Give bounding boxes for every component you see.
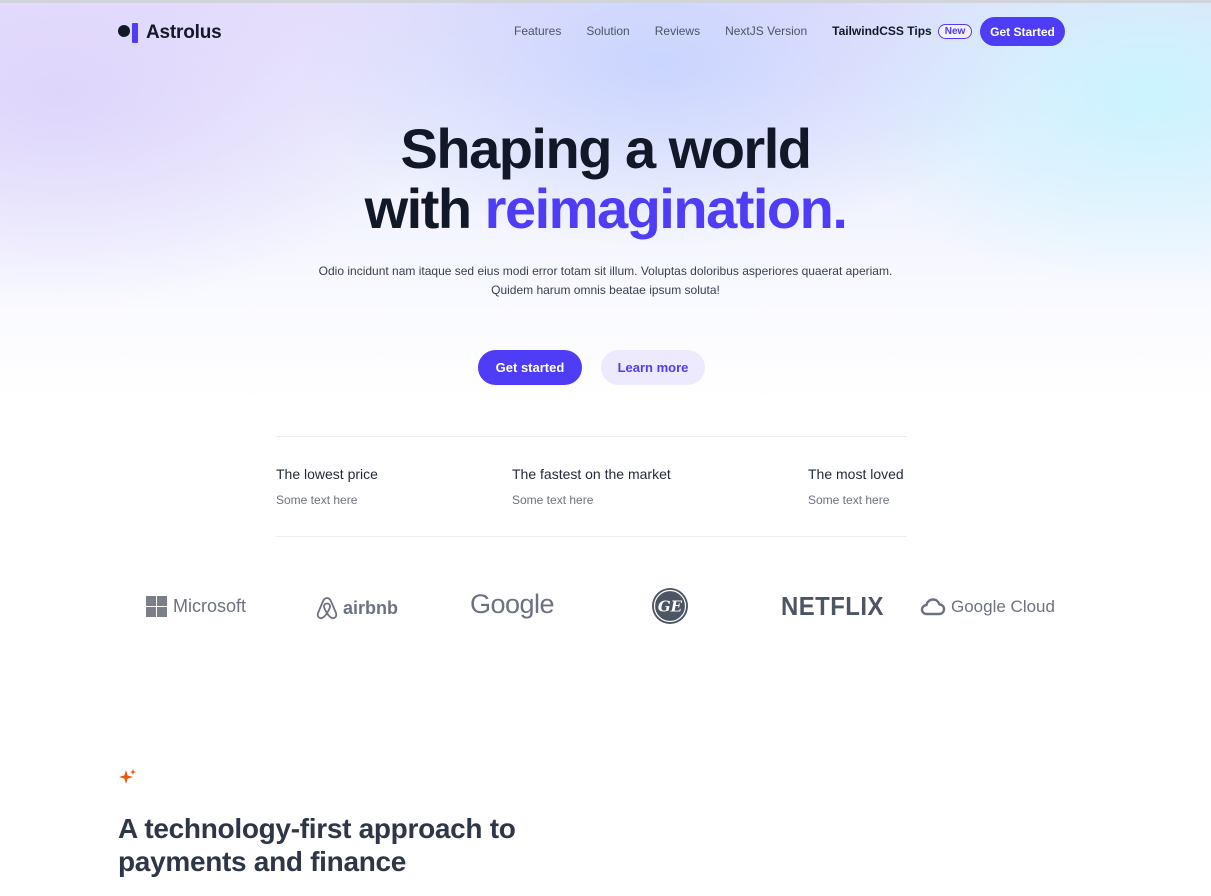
hero-title-prefix: with <box>364 177 472 240</box>
stat-title: The fastest on the market <box>512 466 671 482</box>
stat-item: The fastest on the market Some text here <box>512 465 671 508</box>
microsoft-wordmark: Microsoft <box>173 596 247 616</box>
stat-title: The lowest price <box>276 466 378 482</box>
new-badge: New <box>937 23 973 39</box>
stat-text: Some text here <box>276 493 358 507</box>
hero-subtitle: Odio incidunt nam itaque sed eius modi e… <box>0 262 1211 300</box>
stat-title: The most loved <box>808 466 904 482</box>
logo-bar-icon <box>132 23 138 43</box>
get-started-button[interactable]: Get started <box>478 350 582 385</box>
google-cloud-wordmark: Google Cloud <box>951 597 1055 616</box>
get-started-nav-button[interactable]: Get Started <box>980 17 1065 46</box>
google-cloud-logo-icon <box>920 598 946 616</box>
google-logo: Google <box>470 589 555 619</box>
nav-links: Features Solution Reviews NextJS Version… <box>514 23 973 39</box>
stat-text: Some text here <box>808 493 890 507</box>
stat-item: The most loved Some text here <box>808 465 904 508</box>
nav-link-reviews[interactable]: Reviews <box>655 24 700 38</box>
ge-logo-text: GE <box>658 598 683 616</box>
airbnb-logo: airbnb <box>315 595 398 621</box>
airbnb-logo-icon <box>316 597 338 620</box>
brand-name: Astrolus <box>146 22 222 43</box>
brand-logo[interactable]: Astrolus <box>118 21 222 45</box>
top-navbar: Astrolus Features Solution Reviews NextJ… <box>0 3 1211 59</box>
stats-divider-top <box>276 436 907 437</box>
ge-logo: GE <box>651 587 689 625</box>
google-cloud-logo: Google Cloud <box>920 597 1055 617</box>
stat-item: The lowest price Some text here <box>276 465 378 508</box>
nav-link-nextjs-version[interactable]: NextJS Version <box>725 24 807 38</box>
sparkle-icon <box>118 768 138 793</box>
hero-subtitle-line-2: Quidem harum omnis beatae ipsum soluta! <box>491 283 720 297</box>
hero-subtitle-line-1: Odio incidunt nam itaque sed eius modi e… <box>318 264 893 278</box>
section-title-line-1: A technology-first approach to <box>118 813 516 844</box>
logo-dot-icon <box>118 25 130 37</box>
hero-title-line-1: Shaping a world <box>400 117 812 180</box>
learn-more-button[interactable]: Learn more <box>601 350 705 385</box>
nav-link-tailwindcss-tips[interactable]: TailwindCSS Tips <box>832 24 932 38</box>
nav-link-features[interactable]: Features <box>514 24 561 38</box>
section-title-line-2: payments and finance <box>118 846 407 877</box>
airbnb-wordmark: airbnb <box>343 597 399 618</box>
stats-divider-bottom <box>276 536 907 537</box>
hero-title-line-2: with reimagination. <box>0 176 1211 242</box>
netflix-logo: NETFLIX <box>781 591 884 621</box>
hero-title-accent: reimagination. <box>484 177 848 240</box>
ge-logo-icon: GE <box>652 588 688 624</box>
microsoft-logo: Microsoft <box>146 596 246 617</box>
section-title: A technology-first approach to payments … <box>118 812 638 878</box>
microsoft-logo-icon <box>146 596 167 617</box>
stat-text: Some text here <box>512 493 594 507</box>
nav-link-solution[interactable]: Solution <box>586 24 629 38</box>
